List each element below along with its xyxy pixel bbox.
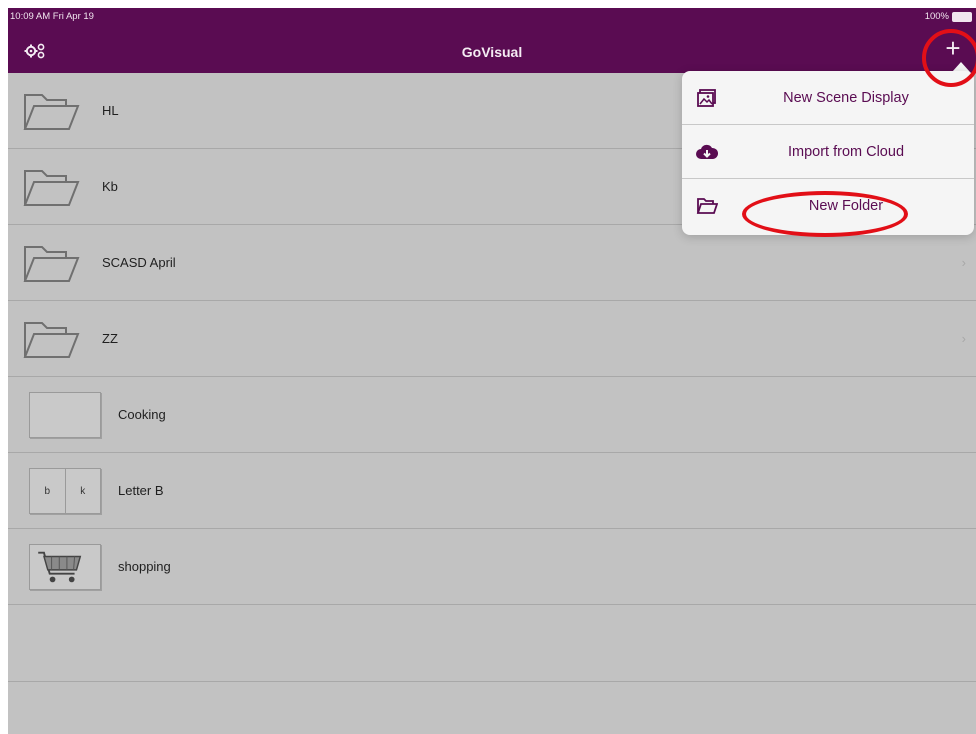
empty-row bbox=[8, 605, 976, 682]
list-item-board[interactable]: Cooking bbox=[8, 377, 976, 453]
status-battery: 100% bbox=[925, 11, 972, 22]
list-item-label: Kb bbox=[102, 179, 118, 194]
highlight-ellipse bbox=[742, 191, 908, 237]
folder-icon bbox=[23, 170, 80, 206]
list-item-folder[interactable]: ZZ › bbox=[8, 301, 976, 377]
battery-icon bbox=[952, 11, 972, 22]
board-thumbnail: b k bbox=[29, 468, 101, 514]
list-item-label: Cooking bbox=[118, 407, 166, 422]
folder-icon bbox=[696, 198, 718, 214]
list-item-label: ZZ bbox=[102, 331, 118, 346]
thumbnail-cell: b bbox=[30, 469, 66, 513]
list-item-label: shopping bbox=[118, 559, 171, 574]
cloud-download-icon bbox=[696, 144, 718, 159]
menu-item-import-from-cloud[interactable]: Import from Cloud bbox=[682, 125, 974, 179]
highlight-circle bbox=[922, 29, 976, 87]
page-title: GoVisual bbox=[461, 44, 523, 60]
battery-percent: 100% bbox=[924, 11, 949, 22]
list-item-board[interactable]: b k Letter B bbox=[8, 453, 976, 529]
nav-bar: 10:09 AM Fri Apr 19 100% GoVisual + bbox=[8, 8, 976, 73]
chevron-right-icon: › bbox=[961, 331, 966, 346]
menu-item-label: Import from Cloud bbox=[787, 144, 905, 160]
chevron-right-icon: › bbox=[961, 255, 966, 270]
list-item-label: HL bbox=[102, 103, 119, 118]
board-thumbnail bbox=[29, 392, 101, 438]
scene-display-icon bbox=[697, 89, 716, 107]
thumbnail-cell: k bbox=[80, 485, 86, 497]
board-thumbnail bbox=[29, 544, 101, 590]
list-item-board[interactable]: shopping bbox=[8, 529, 976, 605]
folder-icon bbox=[23, 246, 80, 282]
shopping-cart-icon bbox=[38, 551, 82, 583]
app-screen: 10:09 AM Fri Apr 19 100% GoVisual + HL K… bbox=[8, 8, 976, 734]
folder-icon bbox=[23, 94, 80, 130]
list-item-label: SCASD April bbox=[102, 255, 176, 270]
list-item-label: Letter B bbox=[118, 483, 164, 498]
status-time: 10:09 AM Fri Apr 19 bbox=[10, 11, 94, 22]
folder-icon bbox=[23, 322, 80, 358]
